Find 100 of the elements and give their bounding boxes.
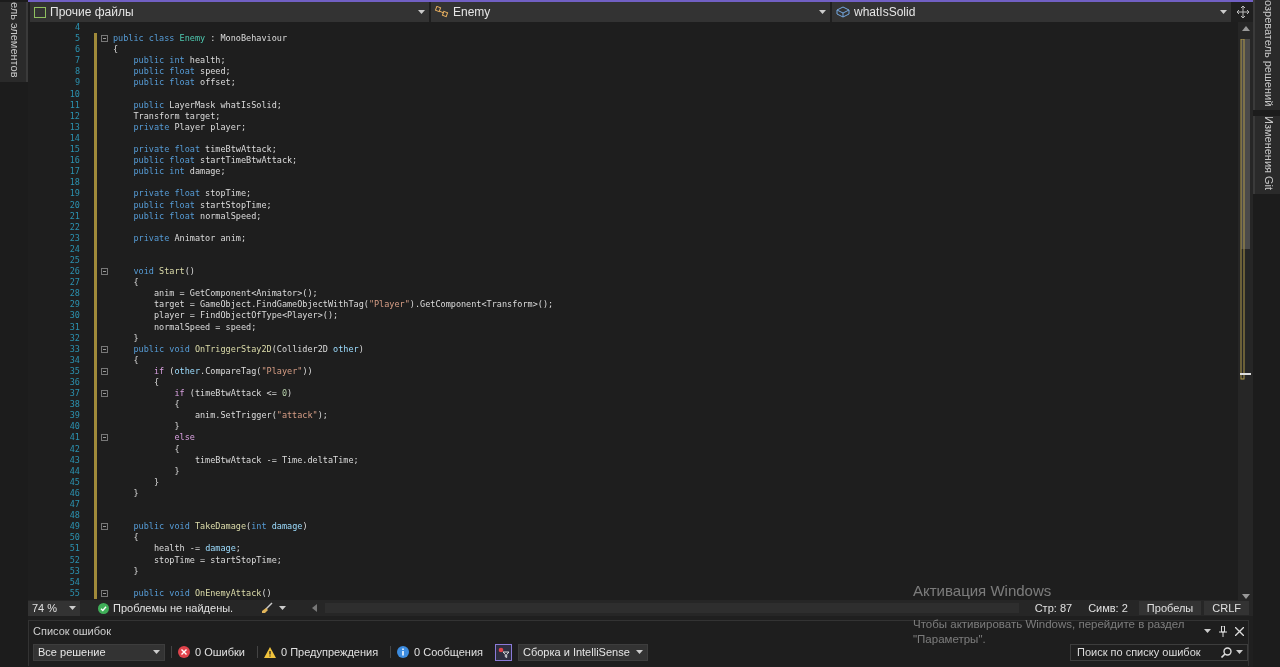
line-number: 50: [69, 532, 80, 543]
line-number: 29: [69, 299, 80, 310]
caret-icon: [279, 606, 287, 610]
code-line: public int damage;: [132, 166, 226, 177]
code-line: private Player player;: [132, 121, 247, 132]
line-number: 31: [69, 321, 80, 332]
caret-icon: [1236, 650, 1243, 654]
code-line: health -= damage;: [152, 543, 241, 554]
code-line: {: [152, 377, 160, 387]
search-icon[interactable]: [1221, 646, 1232, 658]
messages-filter[interactable]: 0 Сообщения: [390, 646, 489, 658]
line-number: 54: [69, 576, 80, 587]
line-number: 14: [69, 132, 80, 143]
line-number: 16: [69, 155, 80, 166]
line-number: 7: [74, 55, 80, 66]
code-line: private Animator anim;: [132, 232, 247, 243]
line-number: 47: [69, 499, 80, 510]
code-line: stopTime = startStopTime;: [152, 554, 282, 565]
activation-title: Активация Windows: [913, 583, 1052, 599]
line-number: 12: [69, 110, 80, 121]
caret-icon[interactable]: [1204, 629, 1211, 633]
line-number: 37: [69, 388, 80, 399]
line-number: 36: [69, 377, 80, 387]
line-number: 20: [69, 199, 80, 210]
warnings-filter[interactable]: 0 Предупреждения: [256, 646, 385, 658]
collapse-icon[interactable]: [101, 434, 108, 442]
line-number: 18: [69, 177, 80, 188]
code-line: {: [132, 277, 139, 288]
code-line: {: [113, 44, 119, 55]
scroll-up-icon[interactable]: [1241, 26, 1250, 31]
code-line: timeBtwAttack -= Time.deltaTime;: [193, 454, 359, 465]
code-line: public int health;: [132, 55, 226, 66]
collapse-icon[interactable]: [101, 390, 108, 398]
code-line: public class Enemy : MonoBehaviour: [113, 33, 287, 44]
collapse-icon[interactable]: [101, 35, 108, 43]
column-position[interactable]: Симв: 2: [1080, 602, 1136, 614]
code-line: }: [132, 487, 139, 498]
code-line: public void OnEnemyAttack(): [132, 587, 272, 598]
indent-setting[interactable]: Пробелы: [1138, 601, 1202, 615]
warning-icon: [263, 646, 276, 658]
code-line: public float offset;: [132, 77, 236, 88]
line-ending[interactable]: CRLF: [1204, 601, 1249, 615]
code-line: }: [132, 565, 139, 576]
check-circle-icon: [98, 602, 109, 614]
line-number: 17: [69, 166, 80, 177]
errors-filter[interactable]: 0 Ошибки: [171, 646, 251, 658]
code-line: private float stopTime;: [132, 188, 252, 199]
navigation-dropdown[interactable]: Прочие файлы: [30, 2, 429, 22]
side-tab[interactable]: ель элементов: [0, 2, 28, 82]
navigation-dropdown[interactable]: whatIsSolid: [832, 2, 1231, 22]
line-number: 34: [69, 354, 80, 365]
line-number: 26: [69, 266, 80, 277]
close-icon[interactable]: [1235, 626, 1244, 636]
search-field[interactable]: Поиск по списку ошибок: [1070, 643, 1248, 661]
code-line: player = FindObjectOfType<Player>();: [152, 310, 339, 321]
zoom-dropdown[interactable]: 74 %: [28, 600, 80, 616]
side-tab[interactable]: Изменения Git: [1253, 116, 1280, 195]
code-line: public float startTimeBtwAttack;: [132, 155, 298, 166]
line-number: 25: [69, 254, 80, 265]
line-position[interactable]: Стр: 87: [1026, 602, 1081, 614]
collapse-icon[interactable]: [101, 589, 108, 597]
code-line: target = GameObject.FindGameObjectWithTag("Player").GetComponent<Transform>();: [152, 299, 554, 310]
line-number: 45: [69, 476, 80, 487]
code-line: anim.SetTrigger("attack");: [193, 410, 328, 421]
brush-icon: [261, 602, 274, 614]
collapse-icon[interactable]: [101, 268, 108, 276]
code-line: public void TakeDamage(int damage): [132, 521, 308, 532]
code-line: {: [132, 532, 139, 543]
code-line: }: [173, 465, 180, 476]
scroll-left-icon[interactable]: [312, 604, 318, 612]
line-number: 9: [74, 77, 80, 88]
code-line: if (other.CompareTag("Player")): [152, 365, 313, 376]
source-dropdown[interactable]: Сборка и IntelliSense: [518, 643, 648, 661]
scope-dropdown[interactable]: Все решение: [33, 643, 165, 661]
line-number: 52: [69, 554, 80, 565]
problems-status[interactable]: Проблемы не найдены.: [113, 602, 234, 614]
line-number: 22: [69, 221, 80, 232]
side-tab[interactable]: озреватель решений: [1253, 0, 1280, 111]
line-number: 11: [69, 99, 80, 110]
collapse-icon[interactable]: [101, 523, 108, 531]
error-icon: [178, 646, 190, 658]
line-number: 24: [69, 243, 80, 254]
code-line: }: [132, 332, 139, 343]
line-number: 51: [69, 543, 80, 554]
line-number: 40: [69, 421, 80, 432]
filter-toggle[interactable]: [495, 643, 512, 661]
split-icon[interactable]: [1237, 6, 1249, 18]
collapse-icon[interactable]: [101, 345, 108, 353]
pin-icon[interactable]: [1219, 625, 1227, 637]
collapse-icon[interactable]: [101, 367, 108, 375]
navigation-dropdown[interactable]: Enemy: [431, 2, 830, 22]
field-icon: [836, 6, 850, 18]
line-number: 5: [74, 33, 80, 44]
line-number: 33: [69, 343, 80, 354]
line-number: 19: [69, 188, 80, 199]
line-number: 15: [69, 144, 80, 155]
line-number: 44: [69, 465, 80, 476]
line-number: 53: [69, 565, 80, 576]
line-number: 30: [69, 310, 80, 321]
line-number: 13: [69, 121, 80, 132]
